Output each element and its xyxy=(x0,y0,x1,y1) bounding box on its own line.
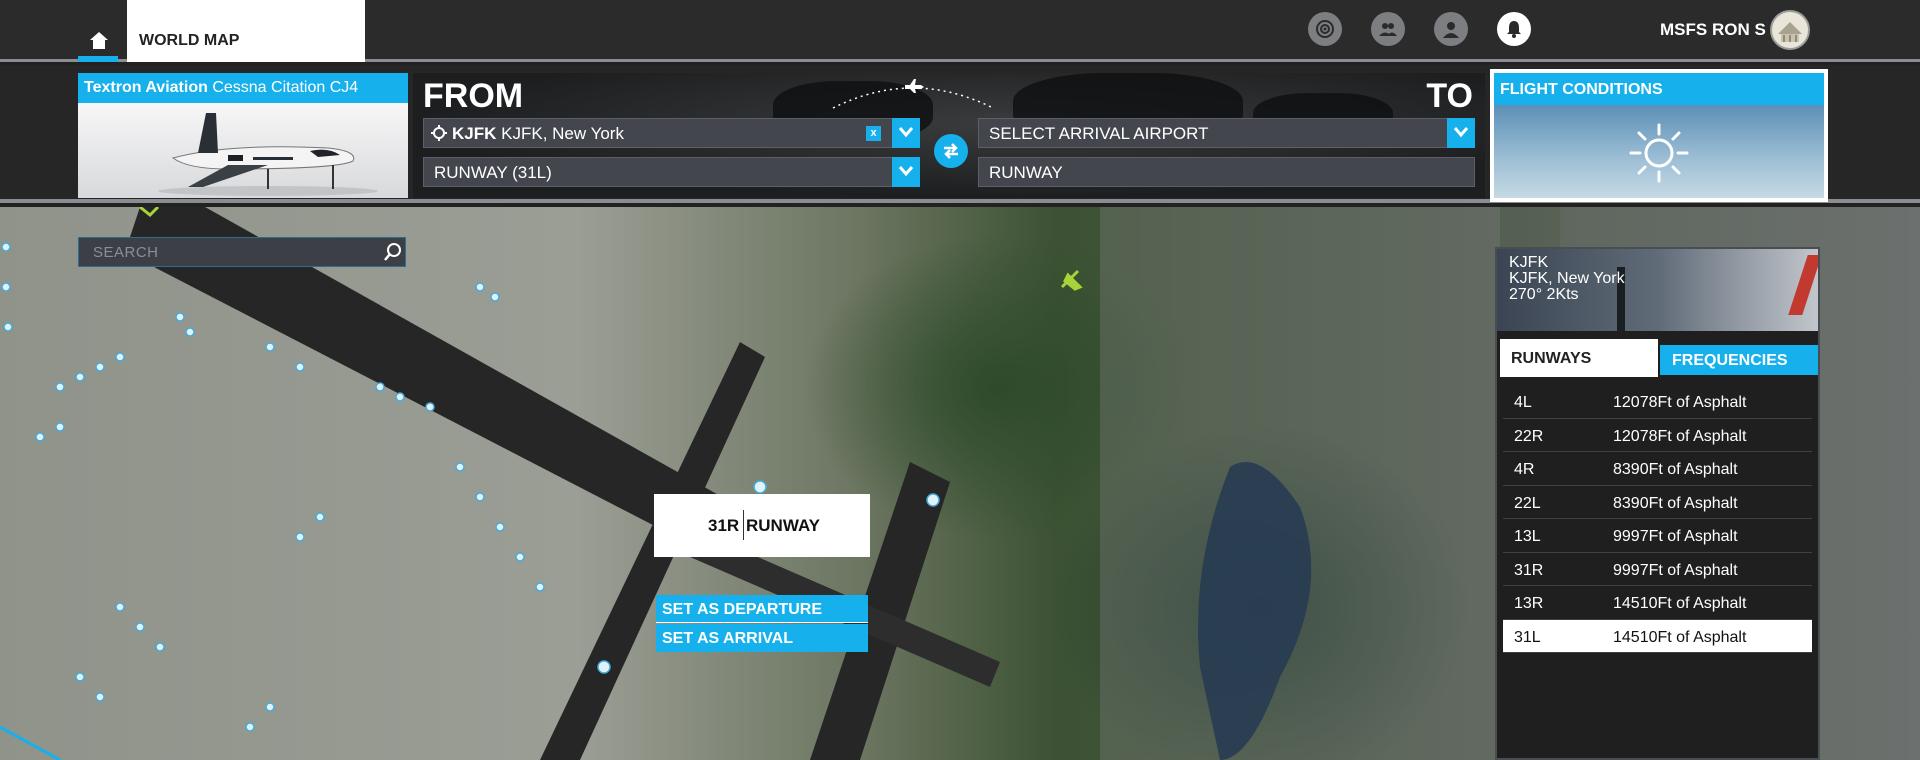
aircraft-image xyxy=(78,103,408,198)
tab-frequencies[interactable]: FREQUENCIES xyxy=(1660,345,1818,375)
airport-info-panel: KJFK KJFK, New York 270° 2Kts RUNWAYS FR… xyxy=(1495,247,1820,760)
sun-icon xyxy=(1629,123,1689,183)
runway-row[interactable]: 4R 8390Ft of Asphalt xyxy=(1503,452,1812,486)
runway-length: 9997Ft of Asphalt xyxy=(1613,561,1738,579)
clear-departure-button[interactable]: x xyxy=(866,126,881,141)
flight-conditions-image xyxy=(1494,105,1824,198)
runway-row[interactable]: 22R 12078Ft of Asphalt xyxy=(1503,419,1812,452)
top-nav: WORLD MAP MSFS RON S xyxy=(0,0,1920,62)
departure-dropdown-button[interactable] xyxy=(892,118,920,148)
airport-tabs: RUNWAYS FREQUENCIES xyxy=(1497,337,1818,377)
avatar[interactable] xyxy=(1770,10,1810,50)
flight-path-arc xyxy=(832,79,994,109)
airport-name: KJFK, New York xyxy=(1509,270,1625,287)
set-as-arrival-button[interactable]: SET AS ARRIVAL xyxy=(656,624,868,652)
aircraft-selector[interactable]: Textron Aviation Cessna Citation CJ4 xyxy=(78,73,408,198)
friends-icon xyxy=(1379,23,1397,36)
runway-tooltip: 31R RUNWAY xyxy=(654,494,870,557)
avatar-emblem-icon xyxy=(1778,22,1802,42)
user-icon xyxy=(1443,22,1459,38)
runway-id: 22R xyxy=(1514,427,1544,445)
from-label: FROM xyxy=(423,77,524,115)
arrival-runway-field[interactable]: RUNWAY xyxy=(978,157,1475,187)
home-active-indicator xyxy=(78,56,118,62)
departure-runway-dropdown-button[interactable] xyxy=(892,157,920,187)
runway-length: 14510Ft of Asphalt xyxy=(1613,595,1747,612)
runway-id: 22L xyxy=(1514,494,1541,512)
arrival-airport-field[interactable]: SELECT ARRIVAL AIRPORT xyxy=(978,118,1475,148)
runway-tooltip-id: 31R xyxy=(708,516,740,535)
departure-name: KJFK, New York xyxy=(501,124,624,143)
chevron-down-icon xyxy=(1453,127,1469,138)
flight-planner-bar: Textron Aviation Cessna Citation CJ4 FRO… xyxy=(0,65,1920,203)
runway-length: 8390Ft of Asphalt xyxy=(1613,461,1738,478)
notifications-button[interactable] xyxy=(1497,12,1531,46)
runway-tooltip-label: RUNWAY xyxy=(746,516,820,535)
bell-icon xyxy=(1507,21,1521,38)
runway-row[interactable]: 22L 8390Ft of Asphalt xyxy=(1503,486,1812,519)
departure-airport-field[interactable]: KJFK KJFK, New York x xyxy=(423,118,920,148)
departure-runway-field[interactable]: RUNWAY (31L) xyxy=(423,157,920,187)
runway-list: 4L 12078Ft of Asphalt 22R 12078Ft of Aspha… xyxy=(1503,385,1812,653)
departure-code: KJFK xyxy=(452,124,497,143)
arrival-airport-placeholder: SELECT ARRIVAL AIRPORT xyxy=(989,124,1209,143)
runway-row[interactable]: 13L 9997Ft of Asphalt xyxy=(1503,519,1812,553)
map-search-input[interactable]: SEARCH xyxy=(78,237,406,267)
runway-id: 4R xyxy=(1514,461,1535,478)
friends-button[interactable] xyxy=(1371,12,1405,46)
runway-id: 13L xyxy=(1514,528,1541,545)
jet-icon xyxy=(158,113,378,196)
airport-details: KJFK KJFK, New York 270° 2Kts xyxy=(1509,255,1625,303)
airport-photo: KJFK KJFK, New York 270° 2Kts xyxy=(1497,249,1818,331)
aircraft-title: Textron Aviation Cessna Citation CJ4 xyxy=(78,73,408,103)
runway-id: 4L xyxy=(1514,394,1532,411)
runway-row[interactable]: 31R 9997Ft of Asphalt xyxy=(1503,553,1812,586)
swap-airports-button[interactable] xyxy=(934,134,968,168)
swap-icon xyxy=(944,143,958,159)
arrival-runway-value: RUNWAY xyxy=(989,163,1063,182)
activity-button[interactable] xyxy=(1308,12,1342,46)
runway-row[interactable]: 13R 14510Ft of Asphalt xyxy=(1503,586,1812,620)
aircraft-tail-graphic xyxy=(1788,255,1818,315)
runway-length: 9997Ft of Asphalt xyxy=(1613,528,1738,545)
flight-conditions-title: FLIGHT CONDITIONS xyxy=(1494,73,1824,105)
runway-length: 8390Ft of Asphalt xyxy=(1613,494,1738,512)
runway-id: 31L xyxy=(1514,628,1541,646)
runway-tooltip-divider xyxy=(743,510,744,540)
departure-runway-value: RUNWAY (31L) xyxy=(434,163,552,182)
gate-markers xyxy=(1,242,940,732)
profile-button[interactable] xyxy=(1434,12,1468,46)
set-as-departure-button[interactable]: SET AS DEPARTURE xyxy=(656,595,868,623)
search-icon xyxy=(384,243,401,261)
tab-runways[interactable]: RUNWAYS xyxy=(1500,339,1658,377)
route-panel: FROM TO KJFK KJFK, New York x RUNWAY (31… xyxy=(413,73,1485,198)
airport-icao: KJFK xyxy=(1509,254,1549,271)
runway-length: 12078Ft of Asphalt xyxy=(1613,427,1747,445)
arrival-dropdown-button[interactable] xyxy=(1447,118,1475,148)
aircraft-maker: Textron Aviation xyxy=(84,79,208,96)
aircraft-model: Cessna Citation CJ4 xyxy=(212,79,359,96)
home-icon xyxy=(90,32,108,49)
username[interactable]: MSFS RON S xyxy=(1660,20,1766,40)
location-target-icon xyxy=(431,125,447,141)
runway-row[interactable]: 31L 14510Ft of Asphalt xyxy=(1503,619,1812,653)
airport-wind: 270° 2Kts xyxy=(1509,286,1579,303)
runway-length: 12078Ft of Asphalt xyxy=(1613,394,1747,411)
search-button[interactable] xyxy=(383,242,403,267)
chevron-down-icon xyxy=(898,127,914,138)
tab-world-map[interactable]: WORLD MAP xyxy=(127,0,365,62)
runway-length: 14510Ft of Asphalt xyxy=(1613,628,1747,646)
chevron-down-icon xyxy=(898,166,914,177)
flight-conditions-button[interactable]: FLIGHT CONDITIONS xyxy=(1490,69,1828,202)
radar-icon xyxy=(1316,20,1334,38)
to-label: TO xyxy=(1426,77,1473,115)
runway-id: 13R xyxy=(1514,595,1544,612)
runway-row[interactable]: 4L 12078Ft of Asphalt xyxy=(1503,385,1812,419)
aircraft-marker xyxy=(1060,269,1083,291)
route-line xyxy=(0,725,61,760)
runway-id: 31R xyxy=(1514,561,1544,579)
